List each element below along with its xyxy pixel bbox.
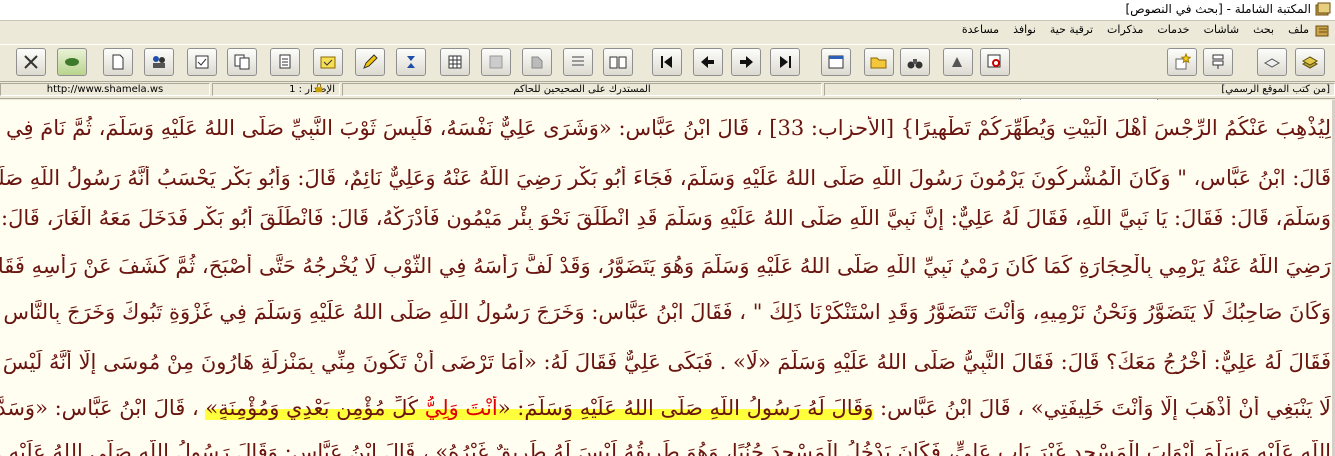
grid-icon <box>448 55 462 69</box>
last-button[interactable] <box>770 48 800 76</box>
copy-icon <box>234 54 250 70</box>
menu-file[interactable]: ملف <box>1286 23 1311 36</box>
blank-page-icon <box>112 54 124 70</box>
open-folder-icon <box>870 57 887 69</box>
menu-screens[interactable]: شاشات <box>1202 23 1242 36</box>
pencil-icon <box>363 54 378 69</box>
link-button[interactable] <box>57 48 87 76</box>
text-line-8: اللَّهِ عَلَيْهِ وَسَلَّمَ أَبْوَابَ الْ… <box>0 440 1331 456</box>
text-line-7: لَا يَنْبَغِي أَنْ أَذْهَبَ إِلَّا وَأَن… <box>0 396 1331 420</box>
gray-icon <box>531 56 543 69</box>
check-button[interactable] <box>187 48 217 76</box>
open-book-button[interactable] <box>603 48 633 76</box>
list-icon <box>572 56 584 66</box>
book-button[interactable] <box>1257 48 1287 76</box>
zoom-icon <box>987 54 1001 68</box>
open-folder-button[interactable] <box>864 48 894 76</box>
text-line-6: فَقَالَ لَهُ عَلِيٌّ: أَخْرُجُ مَعَكَ؟ ق… <box>0 350 1331 374</box>
text-line-2: قَالَ: ابْنُ عَبَّاسٍ، " وَكَانَ الْمُشْ… <box>0 166 1331 190</box>
books-button[interactable] <box>1295 48 1325 76</box>
folder-button[interactable] <box>313 48 343 76</box>
gray-page-button[interactable] <box>481 48 511 76</box>
menu-app-icon[interactable] <box>1315 23 1331 39</box>
text-line-1: لِيُذْهِبَ عَنْكُمُ الرِّجْسَ أَهْلَ الْ… <box>0 116 1331 140</box>
line7-hl-post: كُلِّ مُؤْمِنٍ بَعْدِي وَمُؤْمِنَةٍ» <box>205 396 425 420</box>
line7-post: ، قَالَ ابْنُ عَبَّاسٍ: «وَسَدَّ رَسُولُ… <box>0 396 199 420</box>
gray-button[interactable] <box>522 48 552 76</box>
link-icon <box>65 58 79 66</box>
text-line-4: رَضِيَ اللَّهُ عَنْهُ يَرْمِي بِالْحِجَا… <box>0 254 1331 278</box>
pencil-button[interactable] <box>355 48 385 76</box>
books-icon <box>1301 56 1319 69</box>
menu-live-update[interactable]: ترقية حية <box>1048 23 1095 36</box>
tree-button[interactable] <box>1203 48 1233 76</box>
window-icon <box>828 55 844 69</box>
copy-button[interactable] <box>227 48 257 76</box>
paste-icon <box>279 54 291 69</box>
menu-services[interactable]: خدمات <box>1155 23 1191 36</box>
tools-icon <box>24 55 38 69</box>
menu-search[interactable]: بحث <box>1251 23 1276 36</box>
lock-icon <box>310 83 332 96</box>
paste-button[interactable] <box>270 48 300 76</box>
first-icon <box>661 56 672 68</box>
text-line-3: وَسَلَّمَ، قَالَ: فَقَالَ: يَا نَبِيَّ ا… <box>0 206 1331 230</box>
line7-hl-pre: وَقَالَ لَهُ رَسُولُ اللَّهِ صَلَّى الله… <box>497 396 874 420</box>
tools-button[interactable] <box>16 48 46 76</box>
new-star-button[interactable] <box>1167 48 1197 76</box>
new-star-icon <box>1175 53 1191 70</box>
line7-pre: لَا يَنْبَغِي أَنْ أَذْهَبَ إِلَّا وَأَن… <box>873 396 1331 420</box>
menu-help[interactable]: مساعدة <box>960 23 1001 36</box>
toolbar <box>0 44 1335 119</box>
highlighted-hadith: وَقَالَ لَهُ رَسُولُ اللَّهِ صَلَّى الله… <box>205 396 874 420</box>
list-button[interactable] <box>563 48 593 76</box>
menu-bar: ملف بحث شاشات خدمات مذكرات ترقية حية نوا… <box>0 21 1335 41</box>
people-button[interactable] <box>144 48 174 76</box>
book-icon <box>1263 58 1281 68</box>
line7-hl-red: أَنْتَ وَلِيُّ <box>424 396 498 420</box>
search-tool-icon <box>952 57 962 67</box>
book-title: المستدرك على الصحيحين للحاكم <box>513 84 651 95</box>
book-panel: المستدرك على الصحيحين للحاكم <box>342 83 822 96</box>
gray-page-icon <box>489 55 503 69</box>
source-panel: [من كتب الموقع الرسمي] <box>824 83 1335 96</box>
status-bar: http://www.shamela.ws الإصدار : 1 المستد… <box>0 82 1335 99</box>
title-bar: المكتبة الشاملة - [بحث في النصوص] <box>0 0 1335 21</box>
grid-button[interactable] <box>440 48 470 76</box>
window-button[interactable] <box>821 48 851 76</box>
first-button[interactable] <box>652 48 682 76</box>
app-icon <box>1315 2 1331 16</box>
website-panel: http://www.shamela.ws <box>0 83 210 96</box>
menu-notes[interactable]: مذكرات <box>1105 23 1145 36</box>
website-url: http://www.shamela.ws <box>46 84 164 95</box>
menu-windows[interactable]: نوافذ <box>1011 23 1038 36</box>
search-tool-button[interactable] <box>943 48 973 76</box>
prev-icon <box>701 56 714 68</box>
text-line-5: وَكَانَ صَاحِبُكَ لَا يَتَضَوَّرُ وَنَحْ… <box>0 300 1331 324</box>
people-icon <box>153 56 165 68</box>
next-icon <box>740 56 753 68</box>
binoculars-icon <box>907 59 923 69</box>
last-icon <box>780 56 791 68</box>
binoculars-button[interactable] <box>900 48 930 76</box>
check-icon <box>195 55 209 69</box>
layers-button[interactable] <box>396 48 426 76</box>
layers-icon <box>407 56 415 68</box>
blank-page-button[interactable] <box>103 48 133 76</box>
tree-icon <box>1212 54 1224 69</box>
book-text-area[interactable]: لِيُذْهِبَ عَنْكُمُ الرِّجْسَ أَهْلَ الْ… <box>0 100 1335 456</box>
prev-button[interactable] <box>693 48 723 76</box>
source-label: [من كتب الموقع الرسمي] <box>1221 84 1330 95</box>
next-button[interactable] <box>731 48 761 76</box>
open-book-icon <box>609 56 627 69</box>
zoom-button[interactable] <box>980 48 1010 76</box>
folder-icon <box>320 56 336 69</box>
window-title: المكتبة الشاملة - [بحث في النصوص] <box>1125 2 1311 16</box>
